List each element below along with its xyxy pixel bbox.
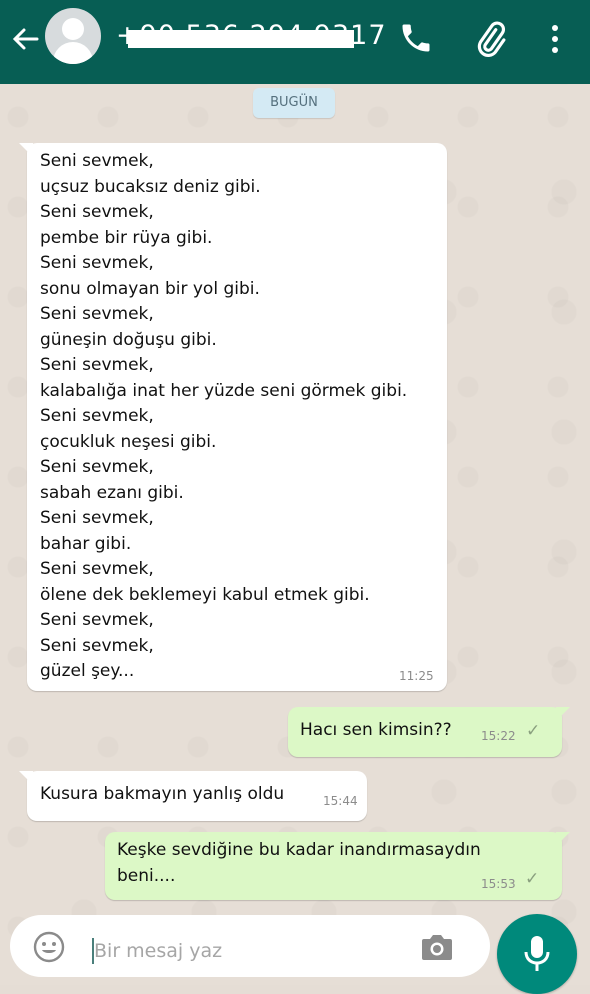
chat-header: +90 536 294 9317 xyxy=(0,0,590,84)
message-bubble-outgoing[interactable]: Hacı sen kimsin?? 15:22 ✓ xyxy=(288,707,570,757)
sent-check-icon: ✓ xyxy=(525,869,540,889)
message-bubble-incoming[interactable]: Seni sevmek, uçsuz bucaksız deniz gibi. … xyxy=(19,143,447,691)
microphone-icon xyxy=(521,934,553,978)
message-time: 11:25 xyxy=(399,669,434,683)
paperclip-icon[interactable] xyxy=(470,20,510,64)
bubble-tail xyxy=(19,143,33,157)
message-time: 15:44 xyxy=(323,794,358,808)
message-bubble-outgoing[interactable]: Keşke sevdiğine bu kadar inandırmasaydın… xyxy=(105,832,570,900)
microphone-button[interactable] xyxy=(497,914,577,994)
redaction-bar xyxy=(128,30,354,48)
bubble-tail xyxy=(556,832,570,846)
phone-icon[interactable] xyxy=(398,20,434,60)
message-composer[interactable] xyxy=(10,915,490,977)
message-bubble-incoming[interactable]: Kusura bakmayın yanlış oldu 15:44 xyxy=(19,771,367,821)
message-text: Seni sevmek, uçsuz bucaksız deniz gibi. … xyxy=(40,151,408,681)
message-text: Kusura bakmayın yanlış oldu xyxy=(40,784,285,804)
camera-icon[interactable] xyxy=(420,932,454,966)
bubble-tail xyxy=(556,707,570,721)
message-time: 15:53 xyxy=(481,877,516,891)
emoji-icon[interactable] xyxy=(32,930,66,968)
avatar[interactable] xyxy=(45,8,101,64)
sent-check-icon: ✓ xyxy=(526,721,541,741)
message-time: 15:22 xyxy=(481,729,516,743)
message-text: Hacı sen kimsin?? xyxy=(300,720,452,740)
arrow-left-icon[interactable] xyxy=(10,24,40,54)
message-text: Keşke sevdiğine bu kadar inandırmasaydın… xyxy=(117,840,481,886)
date-chip: BUGÜN xyxy=(253,88,335,118)
more-vert-icon[interactable] xyxy=(548,22,562,60)
message-input[interactable]: Bir mesaj yaz xyxy=(94,940,222,962)
bubble-tail xyxy=(19,771,33,785)
